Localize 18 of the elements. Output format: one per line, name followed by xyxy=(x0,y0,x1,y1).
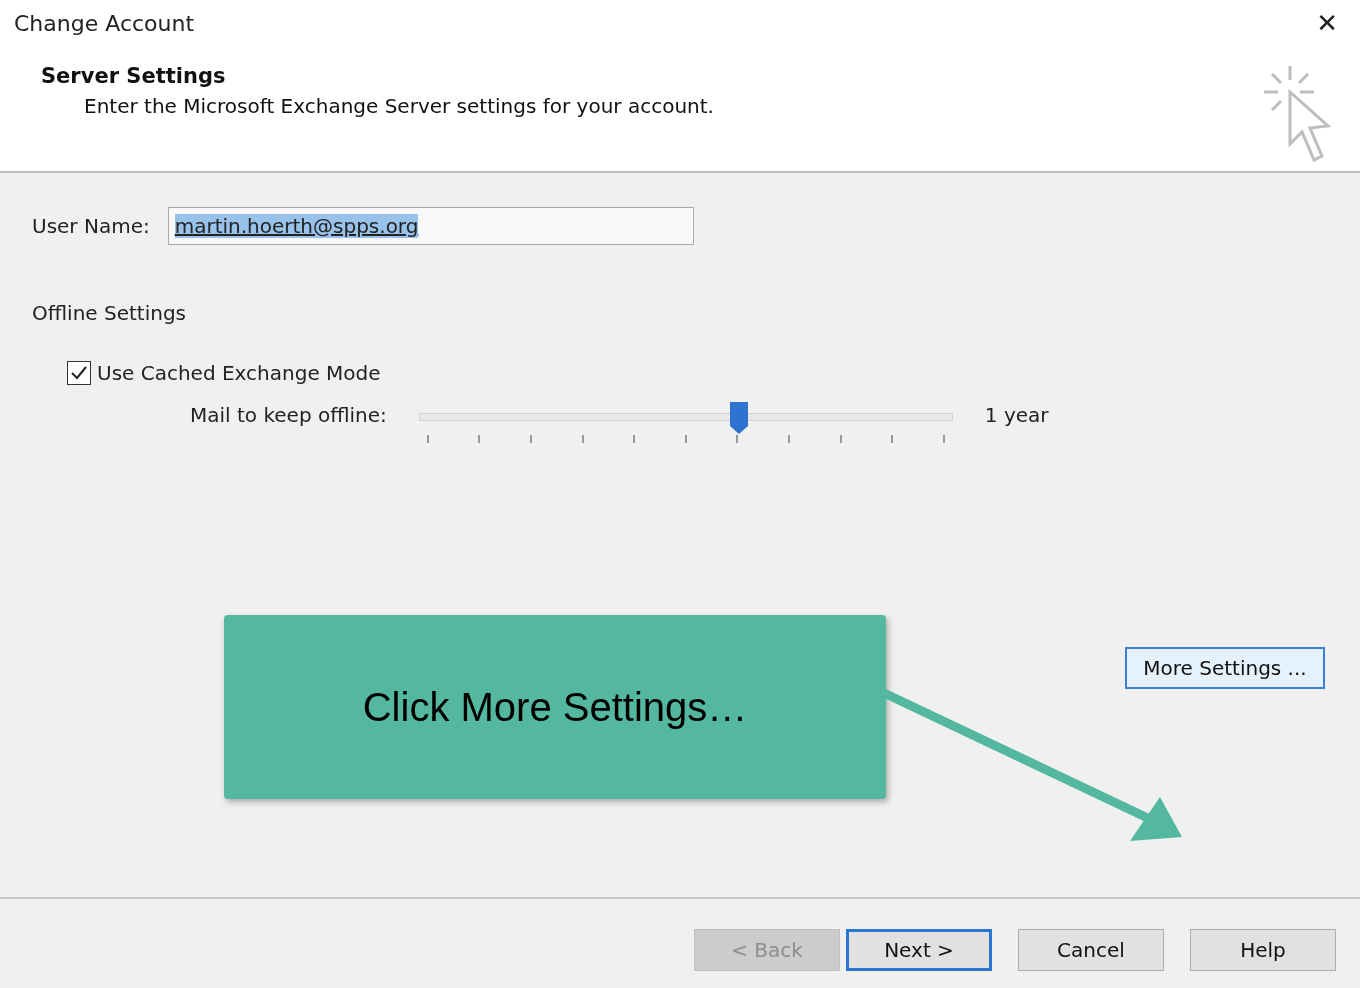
user-name-field[interactable]: martin.hoerth@spps.org xyxy=(167,207,694,245)
slider-reading: 1 year xyxy=(984,403,1049,427)
user-name-label: User Name: xyxy=(32,214,150,238)
window-title: Change Account xyxy=(14,10,195,36)
dialog-button[interactable]: Cancel xyxy=(1018,929,1164,971)
section-description: Enter the Microsoft Exchange Server settings for your account. xyxy=(83,94,715,118)
cursor-click-icon xyxy=(1262,64,1332,164)
cached-mode-checkbox[interactable] xyxy=(67,361,91,385)
mail-offline-label: Mail to keep offline: xyxy=(190,403,387,427)
close-button[interactable]: ✕ xyxy=(1310,8,1344,38)
dialog-button[interactable]: Next > xyxy=(846,929,992,971)
dialog-button[interactable]: Help xyxy=(1190,929,1336,971)
cached-mode-label: Use Cached Exchange Mode xyxy=(97,361,381,385)
more-settings-button[interactable]: More Settings ... xyxy=(1125,647,1325,689)
callout-box: Click More Settings… xyxy=(224,615,886,799)
section-title: Server Settings xyxy=(41,64,227,88)
slider-thumb[interactable] xyxy=(730,402,748,434)
offline-settings-heading: Offline Settings xyxy=(32,301,187,325)
